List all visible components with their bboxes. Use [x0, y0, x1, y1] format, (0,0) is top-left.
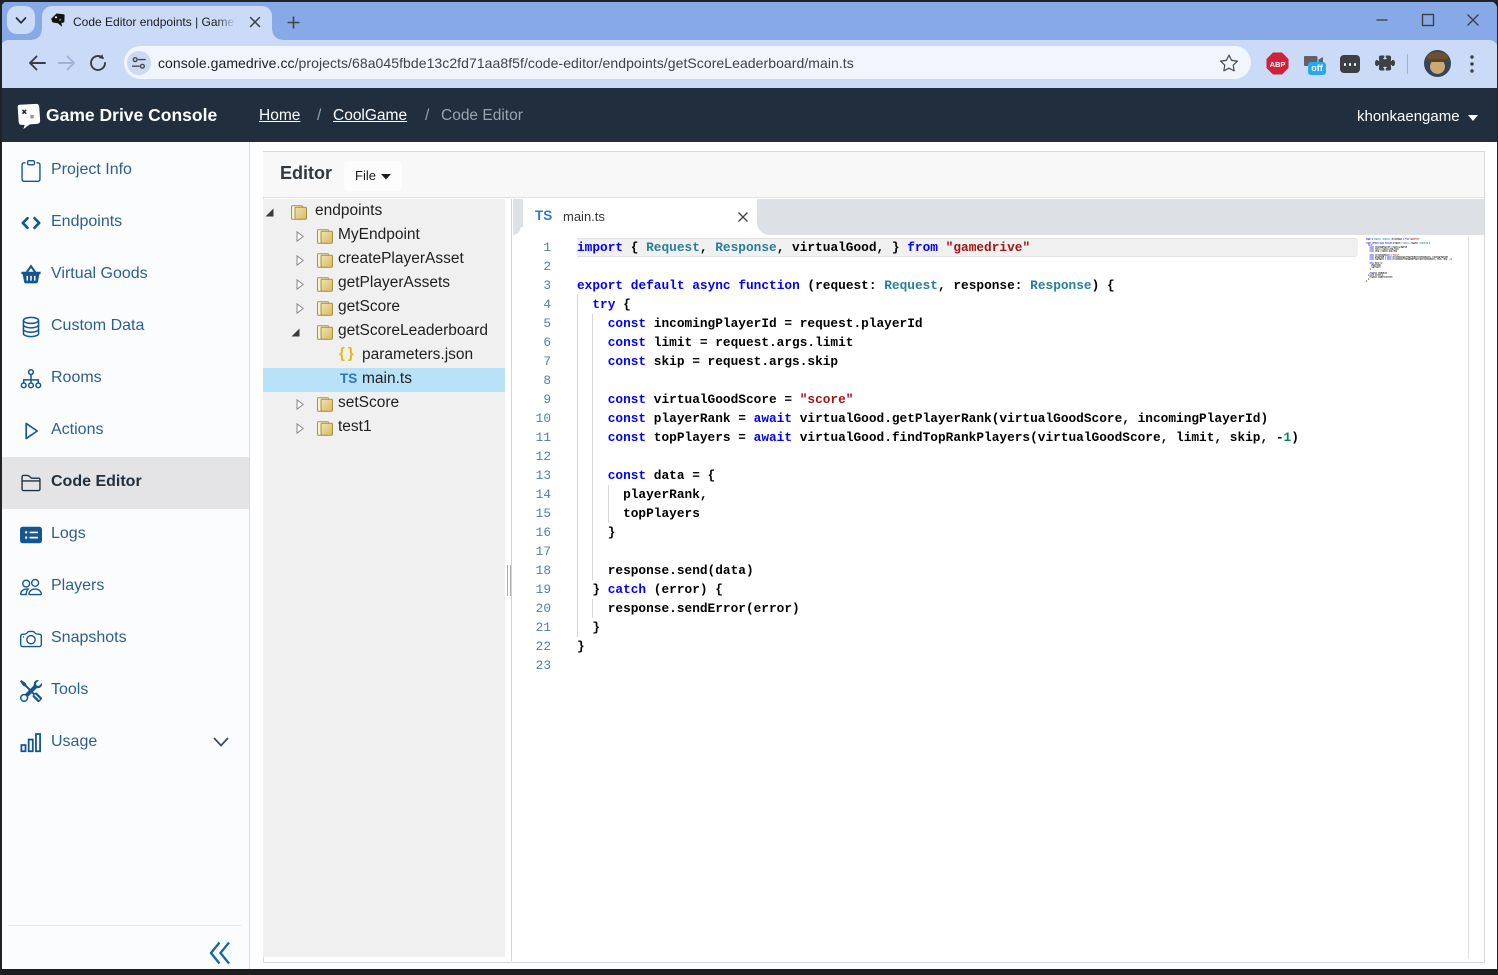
svg-text:ABP: ABP — [1270, 60, 1286, 69]
